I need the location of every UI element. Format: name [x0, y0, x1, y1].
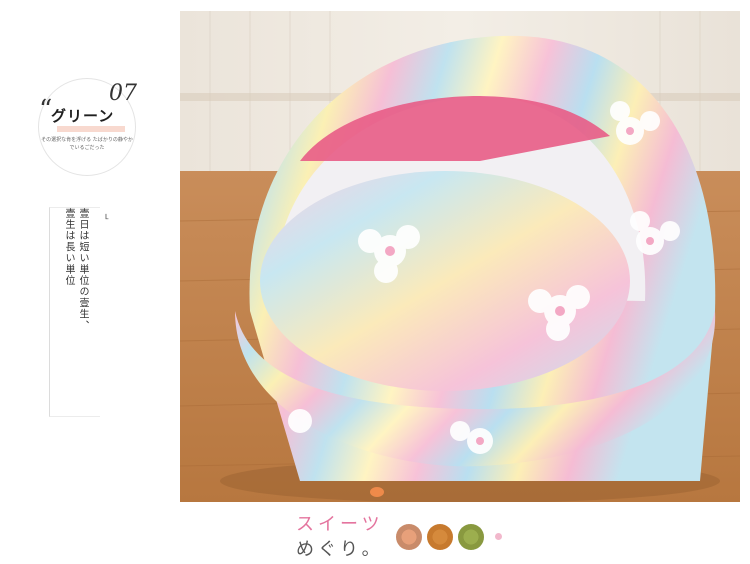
corner-mark: ˪ [105, 208, 109, 222]
badge-subtitle: その選択な肯を浮げる たばかりの静やかでいるごだった [41, 137, 133, 151]
vertical-text-col2: 壹生は長い単位 [63, 208, 74, 287]
vertical-text-box: 壹日は短い単位の壹生、 壹生は長い単位 ˪ [49, 207, 109, 417]
footer-line2: めぐり。 [296, 539, 384, 560]
pink-dot [495, 533, 502, 540]
pet-bed-photo [180, 11, 740, 502]
waffle-pink-icon [396, 524, 422, 550]
vertical-text-col1: 壹日は短い単位の壹生、 [77, 208, 88, 332]
series-number: 07 [109, 81, 137, 106]
series-badge: “ 07 グリーン その選択な肯を浮げる たばかりの静やかでいるごだった [38, 78, 137, 176]
badge-title: グリーン [51, 107, 115, 125]
fish-icon [370, 487, 384, 497]
title-highlight [57, 126, 125, 132]
waffle-orange-icon [427, 524, 453, 550]
waffle-green-icon [458, 524, 484, 550]
footer-line1: スイーツ [296, 514, 384, 535]
